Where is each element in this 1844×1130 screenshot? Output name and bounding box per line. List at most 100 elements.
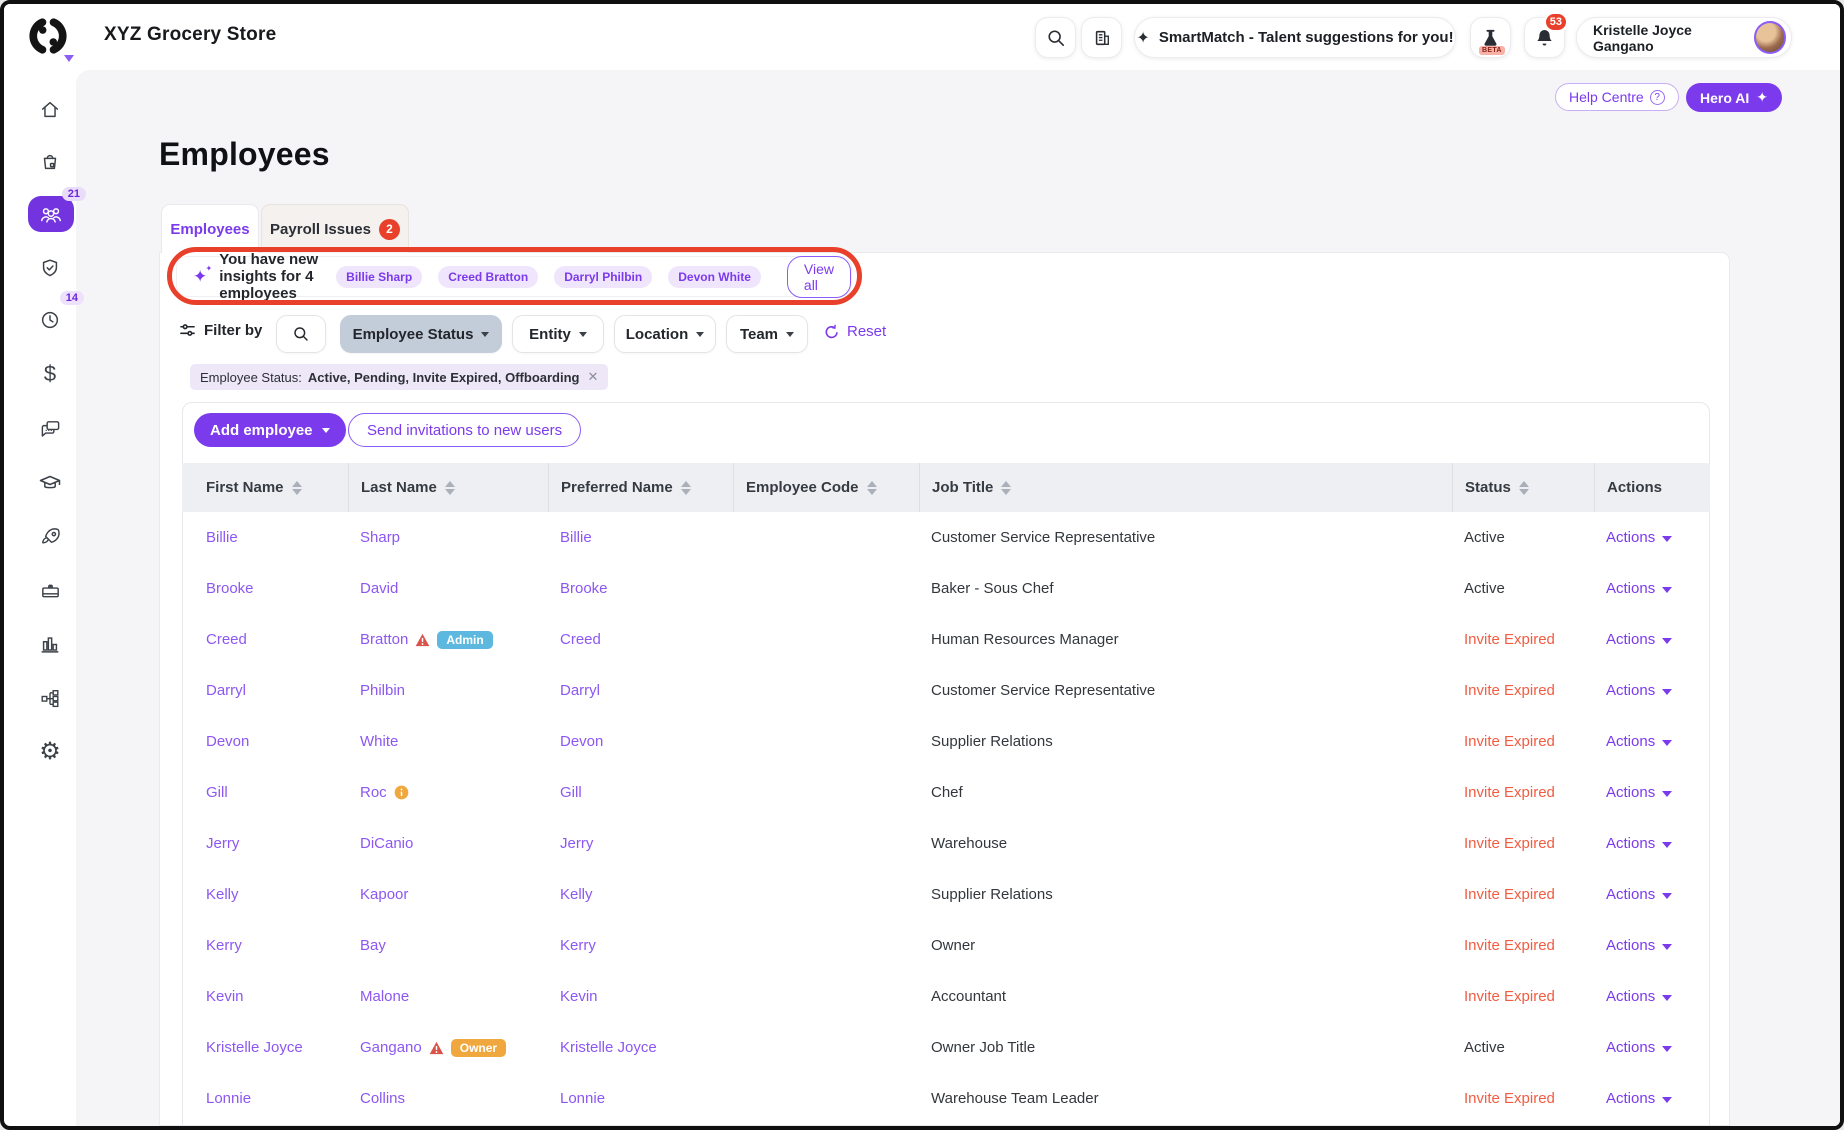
notifications-button[interactable]: 53 [1524, 17, 1565, 58]
tab-employees[interactable]: Employees [161, 204, 259, 253]
column-header-first-name[interactable]: First Name [182, 463, 348, 512]
filter-location[interactable]: Location [614, 315, 716, 353]
sidebar-item-reports[interactable] [28, 624, 72, 664]
employee-preferred-name-link[interactable]: Kerry [560, 937, 596, 954]
add-employee-button[interactable]: Add employee [194, 413, 346, 447]
search-button[interactable] [1035, 17, 1076, 58]
employee-first-name-link[interactable]: Kelly [206, 886, 239, 903]
employee-preferred-name-link[interactable]: Gill [560, 784, 582, 801]
insight-chip[interactable]: Devon White [668, 266, 761, 288]
sidebar-item-benefits[interactable] [28, 570, 72, 610]
remove-filter-icon[interactable]: ✕ [587, 369, 598, 385]
sort-icon[interactable] [867, 481, 877, 495]
caret-down-icon [1662, 689, 1672, 695]
sidebar-item-settings[interactable]: ⚙ [28, 732, 72, 772]
insight-chip[interactable]: Darryl Philbin [554, 266, 652, 288]
sidebar-item-org-chart[interactable] [28, 678, 72, 718]
row-actions-menu[interactable]: Actions [1606, 988, 1672, 1005]
employee-first-name-link[interactable]: Lonnie [206, 1090, 251, 1107]
employee-last-name-link[interactable]: Collins [360, 1090, 405, 1107]
employee-preferred-name-link[interactable]: Kristelle Joyce [560, 1039, 657, 1056]
employee-first-name-link[interactable]: Kevin [206, 988, 244, 1005]
sort-icon[interactable] [681, 481, 691, 495]
column-header-job-title[interactable]: Job Title [919, 463, 1452, 512]
row-actions-menu[interactable]: Actions [1606, 1090, 1672, 1107]
employee-first-name-link[interactable]: Gill [206, 784, 228, 801]
tab-payroll-issues[interactable]: Payroll Issues 2 [261, 204, 409, 253]
row-actions-menu[interactable]: Actions [1606, 937, 1672, 954]
row-actions-menu[interactable]: Actions [1606, 835, 1672, 852]
employee-last-name-link[interactable]: David [360, 580, 398, 597]
employee-last-name-link[interactable]: Kapoor [360, 886, 408, 903]
smartmatch-banner-button[interactable]: ✦ SmartMatch - Talent suggestions for yo… [1134, 17, 1456, 58]
column-header-status[interactable]: Status [1452, 463, 1594, 512]
employee-preferred-name-link[interactable]: Brooke [560, 580, 608, 597]
employee-last-name-link[interactable]: DiCanio [360, 835, 413, 852]
employee-preferred-name-link[interactable]: Creed [560, 631, 601, 648]
employee-first-name-link[interactable]: Jerry [206, 835, 239, 852]
employee-first-name-link[interactable]: Kristelle Joyce [206, 1039, 303, 1056]
sidebar-item-home[interactable] [28, 90, 72, 130]
filter-entity[interactable]: Entity [512, 315, 604, 353]
employee-first-name-link[interactable]: Billie [206, 529, 238, 546]
employee-preferred-name-link[interactable]: Kevin [560, 988, 598, 1005]
employee-preferred-name-link[interactable]: Lonnie [560, 1090, 605, 1107]
employee-preferred-name-link[interactable]: Jerry [560, 835, 593, 852]
labs-button[interactable]: BETA [1470, 17, 1511, 58]
row-actions-menu[interactable]: Actions [1606, 529, 1672, 546]
org-switcher-caret-icon[interactable] [64, 55, 74, 62]
insight-chip[interactable]: Creed Bratton [438, 266, 538, 288]
sort-icon[interactable] [445, 481, 455, 495]
employee-preferred-name-link[interactable]: Kelly [560, 886, 593, 903]
employee-last-name-link[interactable]: Bratton [360, 631, 408, 648]
sidebar-item-compliance[interactable] [28, 248, 72, 288]
employee-last-name-link[interactable]: Gangano [360, 1039, 422, 1056]
sort-icon[interactable] [1519, 481, 1529, 495]
row-actions-menu[interactable]: Actions [1606, 784, 1672, 801]
employee-last-name-link[interactable]: White [360, 733, 398, 750]
column-header-preferred-name[interactable]: Preferred Name [548, 463, 733, 512]
row-actions-menu[interactable]: Actions [1606, 682, 1672, 699]
sidebar-item-payroll[interactable]: $ [28, 354, 72, 394]
sort-icon[interactable] [1001, 481, 1011, 495]
employee-last-name-link[interactable]: Bay [360, 937, 386, 954]
employee-last-name-link[interactable]: Roc [360, 784, 387, 801]
column-header-employee-code[interactable]: Employee Code [733, 463, 919, 512]
send-invitations-button[interactable]: Send invitations to new users [348, 413, 581, 447]
employee-first-name-link[interactable]: Darryl [206, 682, 246, 699]
employee-preferred-name-link[interactable]: Billie [560, 529, 592, 546]
filter-reset-button[interactable]: Reset [824, 323, 886, 340]
sidebar-item-messages[interactable] [28, 408, 72, 448]
hero-ai-button[interactable]: Hero AI ✦ [1686, 83, 1782, 112]
employee-last-name-link[interactable]: Sharp [360, 529, 400, 546]
user-menu[interactable]: Kristelle Joyce Gangano [1576, 17, 1792, 58]
employee-last-name-link[interactable]: Malone [360, 988, 409, 1005]
filter-team[interactable]: Team [726, 315, 808, 353]
row-actions-menu[interactable]: Actions [1606, 1039, 1672, 1056]
row-actions-menu[interactable]: Actions [1606, 886, 1672, 903]
view-all-button[interactable]: View all [787, 256, 851, 298]
employee-first-name-link[interactable]: Brooke [206, 580, 254, 597]
employee-last-name-link[interactable]: Philbin [360, 682, 405, 699]
employee-first-name-link[interactable]: Creed [206, 631, 247, 648]
sidebar-item-timesheets[interactable]: 14 [28, 300, 72, 340]
sidebar-item-careers[interactable] [28, 516, 72, 556]
column-header-last-name[interactable]: Last Name [348, 463, 548, 512]
row-actions-menu[interactable]: Actions [1606, 631, 1672, 648]
filter-employee-status[interactable]: Employee Status [340, 315, 502, 353]
filter-search-button[interactable] [276, 315, 326, 353]
employee-preferred-name-link[interactable]: Devon [560, 733, 603, 750]
employee-preferred-name-link[interactable]: Darryl [560, 682, 600, 699]
sidebar-item-team-active[interactable]: 21 [28, 196, 74, 232]
sidebar-item-shop[interactable] [28, 142, 72, 182]
help-centre-button[interactable]: Help Centre ? [1555, 83, 1679, 111]
company-switch-button[interactable] [1081, 17, 1122, 58]
sort-icon[interactable] [292, 481, 302, 495]
employee-first-name-link[interactable]: Devon [206, 733, 249, 750]
brand-logo[interactable] [26, 14, 72, 64]
employee-first-name-link[interactable]: Kerry [206, 937, 242, 954]
row-actions-menu[interactable]: Actions [1606, 580, 1672, 597]
sidebar-item-learning[interactable] [28, 462, 72, 502]
row-actions-menu[interactable]: Actions [1606, 733, 1672, 750]
insight-chip[interactable]: Billie Sharp [336, 266, 422, 288]
